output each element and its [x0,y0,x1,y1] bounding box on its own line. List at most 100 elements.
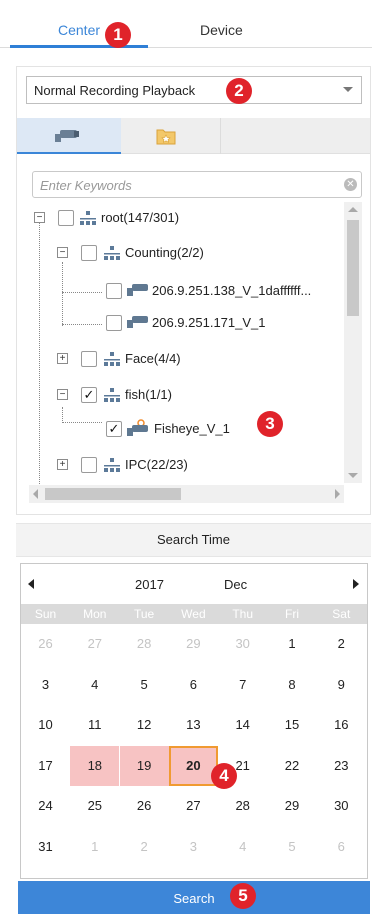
search-button[interactable]: Search [18,881,370,914]
keyword-search-input[interactable]: Enter Keywords ✕ [32,171,362,198]
calendar-header: 2017 Dec [21,564,367,604]
callout-badge-1: 1 [105,22,131,48]
search-placeholder: Enter Keywords [40,178,132,193]
calendar-day[interactable]: 3 [169,827,218,867]
node-checkbox-checked[interactable]: ✓ [106,421,122,437]
tree-horizontal-scrollbar[interactable] [29,485,344,503]
date-calendar: 2017 Dec Sun Mon Tue Wed Thu Fri Sat 26 27 28 29 3… [20,563,368,879]
calendar-day[interactable]: 13 [169,705,218,745]
tab-favorites[interactable] [121,118,220,154]
calendar-day[interactable]: 25 [70,786,119,826]
calendar-day[interactable]: 16 [317,705,366,745]
node-checkbox[interactable] [81,245,97,261]
calendar-day[interactable]: 1 [70,827,119,867]
group-tree-icon [104,388,120,402]
calendar-day[interactable]: 7 [218,665,267,705]
callout-badge-3: 3 [257,411,283,437]
node-checkbox[interactable] [106,283,122,299]
node-checkbox[interactable] [81,351,97,367]
calendar-day[interactable]: 6 [169,665,218,705]
calendar-day[interactable]: 28 [218,786,267,826]
prev-month-icon[interactable] [28,579,34,589]
calendar-day[interactable]: 2 [317,624,366,664]
weekday-label: Wed [181,607,206,621]
calendar-day[interactable]: 9 [317,665,366,705]
playback-type-select[interactable]: Normal Recording Playback [26,76,362,104]
calendar-day[interactable]: 1 [268,624,317,664]
calendar-day[interactable]: 29 [169,624,218,664]
top-tabs: Center Device [0,0,372,48]
tab-center[interactable]: Center [58,22,100,38]
scroll-up-icon[interactable] [348,207,358,212]
calendar-day[interactable]: 27 [169,786,218,826]
calendar-day[interactable]: 15 [268,705,317,745]
group-tree-icon [104,246,120,260]
calendar-day[interactable]: 27 [70,624,119,664]
calendar-day[interactable]: 14 [218,705,267,745]
expand-icon[interactable]: + [57,353,68,364]
calendar-day[interactable]: 4 [70,665,119,705]
calendar-day[interactable]: 4 [218,827,267,867]
calendar-day[interactable]: 24 [21,786,70,826]
calendar-day[interactable]: 22 [268,746,317,786]
scroll-down-icon[interactable] [348,473,358,478]
tree-vertical-scrollbar[interactable] [344,202,362,483]
scroll-right-icon[interactable] [335,489,340,499]
tree-connector [39,222,40,484]
node-label: Face(4/4) [125,351,181,366]
scroll-thumb[interactable] [45,488,181,500]
calendar-day[interactable]: 17 [21,746,70,786]
tree-connector [62,422,102,423]
calendar-year[interactable]: 2017 [135,577,164,592]
node-label: Fisheye_V_1 [154,421,230,436]
folder-star-icon [156,129,176,145]
weekday-row: Sun Mon Tue Wed Thu Fri Sat [21,604,367,624]
node-checkbox[interactable] [58,210,74,226]
search-time-header[interactable]: Search Time [16,523,371,557]
node-checkbox[interactable] [81,457,97,473]
calendar-day[interactable]: 20 [168,745,218,786]
calendar-day[interactable]: 26 [120,786,169,826]
camera-icon [127,316,148,328]
calendar-day[interactable]: 31 [21,827,70,867]
node-checkbox-checked[interactable]: ✓ [81,387,97,403]
node-label: IPC(22/23) [125,457,188,472]
calendar-day[interactable]: 5 [120,665,169,705]
calendar-day[interactable]: 30 [317,786,366,826]
collapse-icon[interactable]: − [57,247,68,258]
clear-icon[interactable]: ✕ [344,178,357,191]
next-month-icon[interactable] [353,579,359,589]
collapse-icon[interactable]: − [34,212,45,223]
resource-icon-tabs [17,118,370,154]
calendar-month[interactable]: Dec [224,577,247,592]
node-label: 206.9.251.171_V_1 [152,315,266,330]
node-checkbox[interactable] [106,315,122,331]
collapse-icon[interactable]: − [57,389,68,400]
calendar-day[interactable]: 19 [119,745,169,786]
calendar-day[interactable]: 12 [120,705,169,745]
scroll-thumb[interactable] [347,220,359,316]
tree-connector [62,262,63,326]
calendar-day[interactable]: 30 [218,624,267,664]
scroll-left-icon[interactable] [33,489,38,499]
calendar-day[interactable]: 26 [21,624,70,664]
tab-cameras[interactable] [17,118,121,154]
node-label: fish(1/1) [125,387,172,402]
calendar-day[interactable]: 6 [317,827,366,867]
calendar-day[interactable]: 2 [120,827,169,867]
node-label: root(147/301) [101,210,180,225]
calendar-day[interactable]: 10 [21,705,70,745]
calendar-day[interactable]: 18 [70,745,120,786]
calendar-day[interactable]: 5 [268,827,317,867]
device-tree: − root(147/301) − Counting(2/2) 206.9.25… [27,202,344,484]
calendar-day[interactable]: 29 [268,786,317,826]
calendar-day[interactable]: 28 [120,624,169,664]
tree-connector [62,407,63,423]
expand-icon[interactable]: + [57,459,68,470]
calendar-day[interactable]: 11 [70,705,119,745]
calendar-day[interactable]: 3 [21,665,70,705]
calendar-day[interactable]: 23 [317,746,366,786]
callout-badge-5: 5 [230,883,256,909]
calendar-day[interactable]: 8 [268,665,317,705]
tab-device[interactable]: Device [200,22,243,38]
